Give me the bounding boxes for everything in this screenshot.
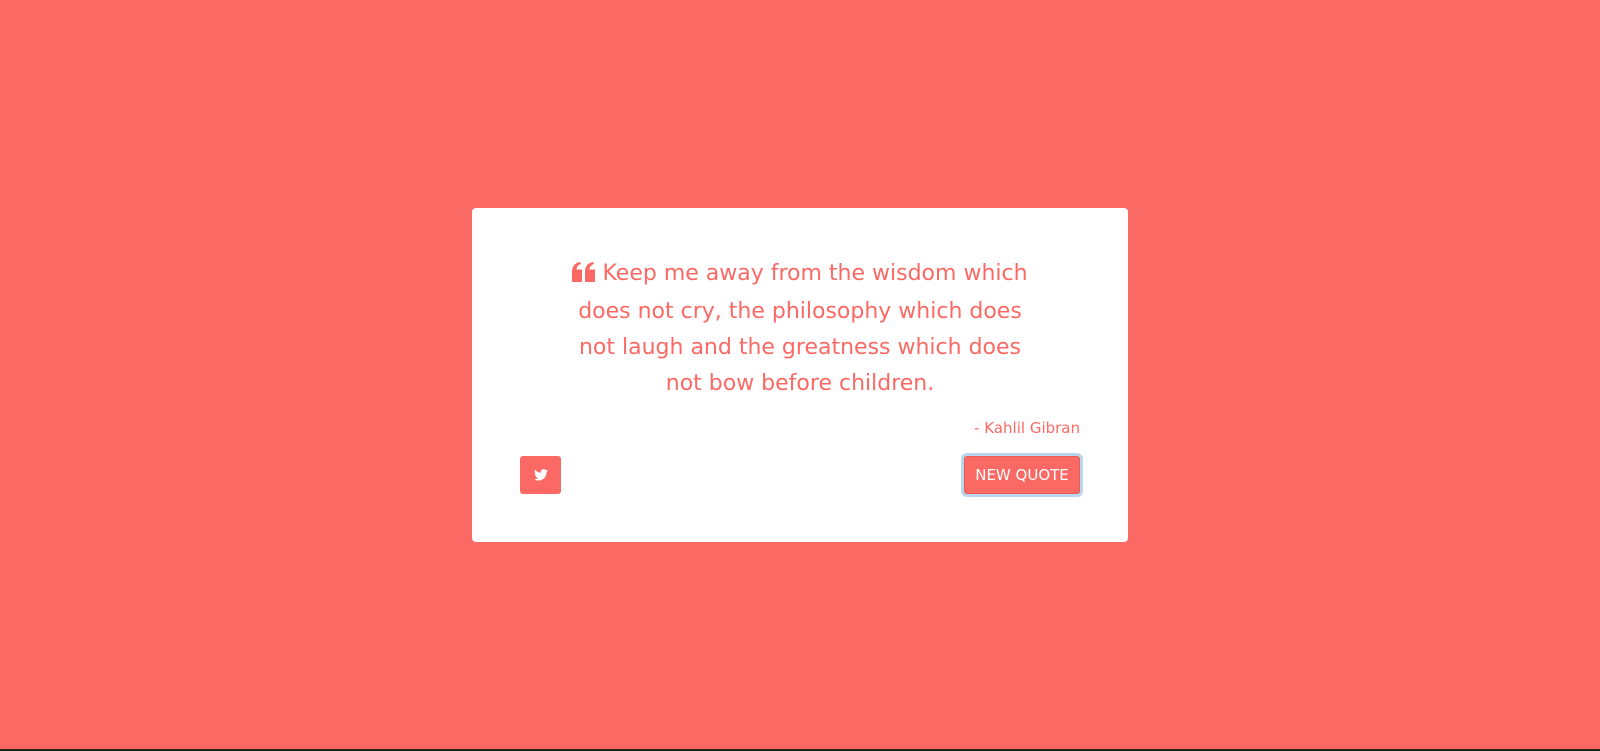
quote-card: Keep me away from the wisdom which does … (472, 208, 1128, 542)
quote-text-block: Keep me away from the wisdom which does … (560, 256, 1040, 402)
quote-left-icon (572, 258, 596, 294)
quote-author: - Kahlil Gibran (974, 419, 1080, 437)
quote-text: Keep me away from the wisdom which does … (578, 261, 1028, 396)
twitter-icon (533, 466, 548, 485)
new-quote-button[interactable]: NEW QUOTE (964, 456, 1080, 494)
tweet-quote-button[interactable] (520, 456, 561, 494)
